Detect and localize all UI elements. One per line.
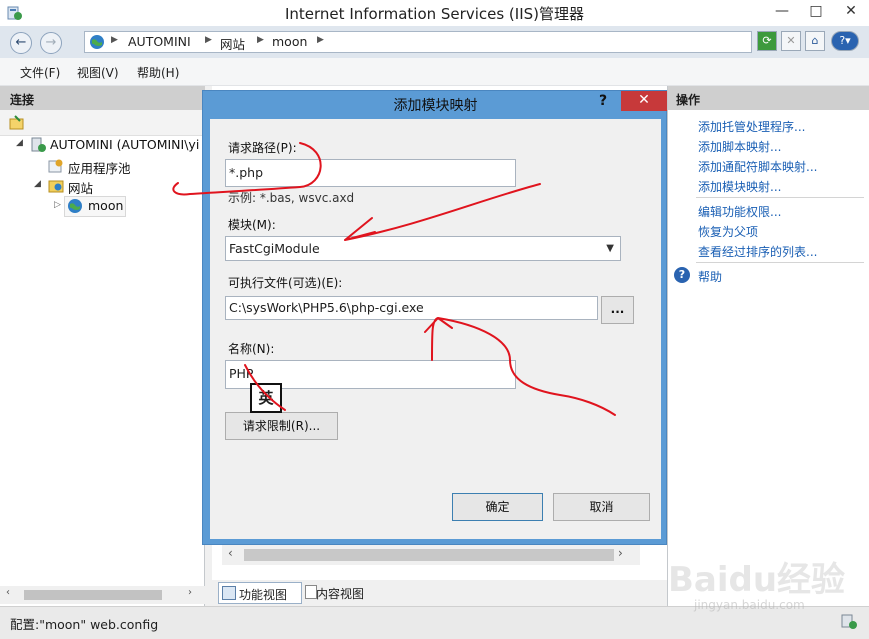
watermark-logo: Baidu经验 — [668, 560, 846, 600]
cancel-button[interactable]: 取消 — [553, 493, 650, 521]
breadcrumb-separator: ▶ — [257, 35, 264, 45]
action-add-managed-handler[interactable]: 添加托管处理程序... — [698, 118, 805, 135]
tree-expand-icon[interactable]: ◢ — [16, 138, 23, 148]
forward-button[interactable]: → — [40, 32, 62, 54]
scroll-left-icon[interactable]: ‹ — [228, 546, 233, 560]
server-icon — [31, 137, 46, 152]
navigation-bar: ← → ▶ AUTOMINI ▶ 网站 ▶ moon ▶ ⟳ ✕ ⌂ ?▾ — [0, 26, 869, 58]
tree-item-server[interactable]: AUTOMINI (AUTOMINI\yi — [50, 137, 199, 152]
tab-content-label: 内容视图 — [316, 587, 365, 601]
connections-title: 连接 — [10, 93, 35, 107]
connections-scrollbar[interactable]: ‹ › — [0, 586, 205, 604]
executable-label: 可执行文件(可选)(E): — [228, 276, 343, 290]
action-help[interactable]: 帮助 — [698, 268, 722, 285]
globe-icon — [90, 35, 104, 49]
title-bar: Internet Information Services (IIS)管理器 —… — [0, 0, 869, 26]
actions-header: 操作 — [668, 86, 869, 110]
app-pool-icon — [48, 159, 63, 173]
action-view-ordered-list[interactable]: 查看经过排序的列表... — [698, 243, 817, 260]
request-path-label: 请求路径(P): — [228, 141, 297, 155]
scroll-right-icon[interactable]: › — [188, 587, 192, 598]
module-label: 模块(M): — [228, 218, 276, 232]
refresh-icon[interactable]: ⟳ — [757, 31, 777, 51]
sites-folder-icon — [48, 180, 64, 193]
help-icon[interactable]: ?▾ — [831, 31, 859, 51]
stop-icon[interactable]: ✕ — [781, 31, 801, 51]
module-select-value: FastCgiModule — [229, 241, 320, 256]
actions-title: 操作 — [676, 93, 701, 107]
breadcrumb-separator: ▶ — [205, 35, 212, 45]
scroll-left-icon[interactable]: ‹ — [6, 587, 10, 598]
view-tabs: 功能视图 内容视图 — [212, 580, 667, 606]
tab-features-label: 功能视图 — [239, 588, 288, 602]
close-window-button[interactable]: ✕ — [833, 0, 869, 26]
breadcrumb-server[interactable]: AUTOMINI — [128, 34, 191, 49]
menu-bar: 文件(F) 视图(V) 帮助(H) — [0, 58, 869, 86]
address-bar[interactable]: ▶ AUTOMINI ▶ 网站 ▶ moon ▶ — [84, 31, 752, 53]
tree-collapse-icon[interactable]: ▷ — [54, 200, 61, 210]
tab-content-view[interactable]: 内容视图 — [302, 582, 386, 604]
breadcrumb-site[interactable]: moon — [272, 34, 307, 49]
request-path-example: 示例: *.bas, wsvc.axd — [228, 191, 355, 205]
action-edit-feature-permissions[interactable]: 编辑功能权限... — [698, 203, 781, 220]
tree-expand-icon[interactable]: ◢ — [34, 179, 41, 189]
scroll-thumb[interactable] — [24, 590, 162, 600]
browse-button[interactable]: ... — [601, 296, 634, 324]
menu-help[interactable]: 帮助(H) — [137, 64, 179, 81]
dialog-help-button[interactable]: ? — [599, 93, 607, 109]
action-revert-to-parent[interactable]: 恢复为父项 — [698, 223, 758, 240]
tab-features-view[interactable]: 功能视图 — [218, 582, 302, 604]
maximize-button[interactable]: □ — [799, 0, 833, 26]
globe-icon — [68, 199, 82, 213]
action-add-script-map[interactable]: 添加脚本映射... — [698, 138, 781, 155]
request-restrictions-button[interactable]: 请求限制(R)... — [225, 412, 338, 440]
breadcrumb-sites[interactable]: 网站 — [220, 34, 245, 53]
breadcrumb-separator: ▶ — [317, 35, 324, 45]
menu-view[interactable]: 视图(V) — [77, 64, 119, 81]
scroll-right-icon[interactable]: › — [618, 546, 623, 560]
server-status-icon — [841, 614, 857, 629]
help-icon: ? — [674, 267, 690, 283]
menu-file[interactable]: 文件(F) — [20, 64, 60, 81]
dialog-close-button[interactable]: ✕ — [621, 91, 667, 111]
minimize-button[interactable]: — — [765, 0, 799, 26]
connections-panel: 连接 ◢ AUTOMINI (AUTOMINI\yi 应用程序池 ◢ 网站 ▷ … — [0, 86, 205, 606]
home-icon[interactable]: ⌂ — [805, 31, 825, 51]
features-view-icon — [222, 586, 236, 600]
dialog-body: 请求路径(P): *.php 示例: *.bas, wsvc.axd 模块(M)… — [210, 119, 661, 539]
back-button[interactable]: ← — [10, 32, 32, 54]
add-module-mapping-dialog: 添加模块映射 ? ✕ 请求路径(P): *.php 示例: *.bas, wsv… — [202, 90, 667, 545]
scroll-thumb[interactable] — [244, 549, 614, 561]
action-add-module-mapping[interactable]: 添加模块映射... — [698, 178, 781, 195]
window-title: Internet Information Services (IIS)管理器 — [284, 5, 585, 23]
connections-toolbar — [0, 110, 205, 136]
actions-panel: 操作 添加托管处理程序... 添加脚本映射... 添加通配符脚本映射... 添加… — [667, 86, 869, 606]
tree-item-sites[interactable]: 网站 — [68, 178, 93, 197]
connect-icon[interactable] — [9, 115, 25, 131]
breadcrumb-separator: ▶ — [111, 35, 118, 45]
status-text: 配置:"moon" web.config — [10, 617, 159, 632]
request-path-input[interactable]: *.php — [225, 159, 516, 187]
name-label: 名称(N): — [228, 342, 275, 356]
tree-item-app-pools[interactable]: 应用程序池 — [68, 158, 131, 177]
module-select[interactable]: FastCgiModule ▼ — [225, 236, 621, 261]
executable-input[interactable]: C:\sysWork\PHP5.6\php-cgi.exe — [225, 296, 598, 320]
connections-header: 连接 — [0, 86, 205, 110]
chevron-down-icon: ▼ — [606, 243, 614, 254]
tree-item-site-moon[interactable]: moon — [88, 198, 123, 213]
watermark-url: jingyan.baidu.com — [694, 598, 805, 612]
action-add-wildcard-script-map[interactable]: 添加通配符脚本映射... — [698, 158, 817, 175]
ok-button[interactable]: 确定 — [452, 493, 543, 521]
ime-indicator: 英 — [250, 383, 282, 413]
actions-divider — [696, 262, 864, 263]
actions-divider — [696, 197, 864, 198]
